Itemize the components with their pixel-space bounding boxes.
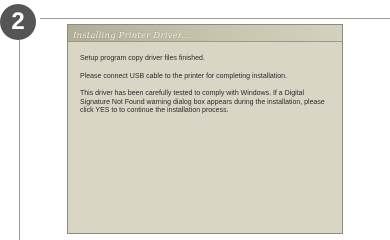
left-divider <box>19 40 20 240</box>
dialog-title: Installing Printer Driver... <box>73 31 190 41</box>
dialog-body: Setup program copy driver files finished… <box>68 42 342 116</box>
message-copy-finished: Setup program copy driver files finished… <box>80 55 205 62</box>
top-divider <box>40 18 390 19</box>
step-number-badge: 2 <box>0 4 36 40</box>
installing-printer-driver-dialog: Installing Printer Driver... Setup progr… <box>67 24 343 234</box>
dialog-titlebar[interactable]: Installing Printer Driver... <box>68 25 342 42</box>
message-digital-signature: This driver has been carefully tested to… <box>80 90 325 115</box>
message-connect-usb: Please connect USB cable to the printer … <box>80 72 288 80</box>
instruction-page: 2 Installing Printer Driver... Setup pro… <box>0 0 390 240</box>
